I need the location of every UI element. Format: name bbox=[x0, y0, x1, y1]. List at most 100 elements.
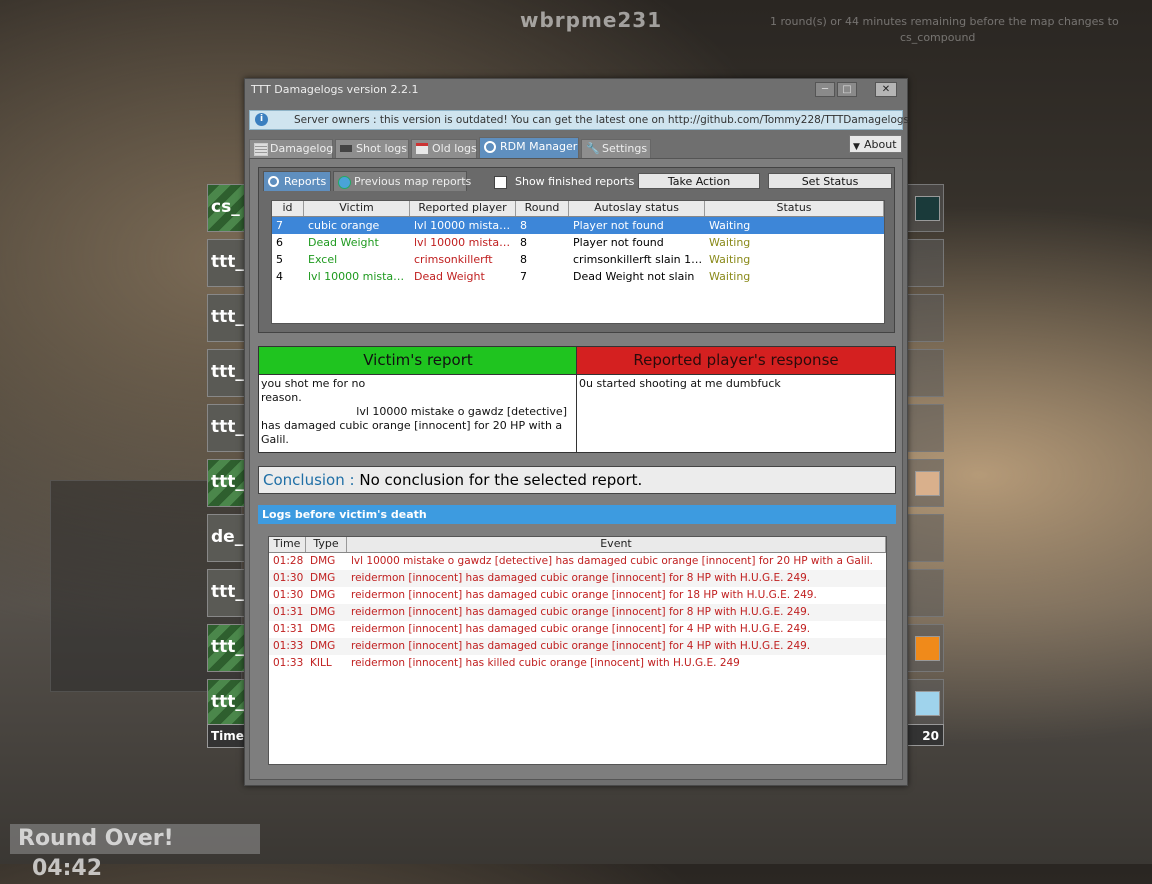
table-cell-id: 7 bbox=[276, 219, 283, 232]
table-cell-autoslay: Player not found bbox=[573, 236, 664, 249]
tab-old-logs[interactable]: Old logs bbox=[411, 139, 477, 158]
table-cell-status: Waiting bbox=[709, 270, 751, 283]
log-cell-type: DMG bbox=[310, 589, 336, 601]
minimize-button[interactable]: ─ bbox=[815, 82, 835, 97]
response-box: Reported player's response 0u started sh… bbox=[576, 346, 896, 453]
log-cell-event: reidermon [innocent] has damaged cubic o… bbox=[351, 589, 817, 601]
table-cell-id: 5 bbox=[276, 253, 283, 266]
log-cell-type: DMG bbox=[310, 606, 336, 618]
scoreboard-left: cs_ ttt_ ttt_ ttt_ ttt_ ttt_ de_ ttt_ tt… bbox=[207, 184, 247, 734]
scoreboard-tile: cs_ bbox=[207, 184, 247, 232]
maximize-button[interactable]: □ bbox=[837, 82, 857, 97]
reports-table: id Victim Reported player Round Autoslay… bbox=[271, 200, 885, 324]
log-cell-time: 01:30 bbox=[273, 589, 304, 601]
conclusion-text: No conclusion for the selected report. bbox=[359, 471, 643, 489]
scoreboard-tile: de_ bbox=[207, 514, 247, 562]
table-cell-round: 8 bbox=[520, 219, 527, 232]
outdated-notice: i Server owners : this version is outdat… bbox=[249, 110, 909, 130]
about-button[interactable]: ▼ About bbox=[849, 135, 902, 153]
table-cell-status: Waiting bbox=[709, 253, 751, 266]
table-cell-reported: lvl 10000 mistake ... bbox=[414, 236, 516, 249]
map-change-notice: 1 round(s) or 44 minutes remaining befor… bbox=[770, 15, 1119, 44]
response-body: 0u started shooting at me dumbfuck bbox=[579, 377, 781, 390]
table-cell-id: 4 bbox=[276, 270, 283, 283]
table-row[interactable]: 6 Dead Weight lvl 10000 mistake ... 8 Player… bbox=[272, 234, 884, 251]
notice-text: Server owners : this version is outdated… bbox=[294, 114, 910, 126]
log-cell-type: KILL bbox=[310, 657, 332, 669]
column-header[interactable]: id bbox=[272, 201, 304, 216]
tab-damagelog[interactable]: Damagelog bbox=[249, 139, 333, 158]
table-cell-status: Waiting bbox=[709, 219, 751, 232]
title-bar[interactable]: TTT Damagelogs version 2.2.1 ─ □ ✕ bbox=[245, 79, 907, 101]
scoreboard-tile: ttt_ bbox=[207, 239, 247, 287]
log-cell-time: 01:31 bbox=[273, 623, 304, 635]
tab-shot-logs[interactable]: Shot logs bbox=[335, 139, 409, 158]
logs-rows: 01:28 DMG lvl 10000 mistake o gawdz [detec… bbox=[269, 553, 886, 672]
scoreboard-tile: ttt_ bbox=[207, 624, 247, 672]
log-cell-time: 01:28 bbox=[273, 555, 304, 567]
table-cell-reported: crimsonkillerft bbox=[414, 253, 493, 266]
column-header[interactable]: Victim bbox=[304, 201, 410, 216]
damagelogs-window: TTT Damagelogs version 2.2.1 ─ □ ✕ i Ser… bbox=[244, 78, 909, 786]
scoreboard-tile: ttt_ bbox=[207, 294, 247, 342]
table-row[interactable]: 4 lvl 10000 mistake ... Dead Weight 7 Dead W… bbox=[272, 268, 884, 285]
logs-table: Time Type Event 01:28 DMG lvl 10000 mistak… bbox=[268, 536, 887, 765]
info-icon: i bbox=[255, 113, 268, 126]
table-row[interactable]: 01:33 KILL reidermon [innocent] has killed… bbox=[269, 655, 886, 672]
table-cell-victim: lvl 10000 mistake ... bbox=[308, 270, 410, 283]
victim-report-body: you shot me for no reason. lvl 10000 mis… bbox=[261, 377, 567, 446]
log-cell-type: DMG bbox=[310, 555, 336, 567]
take-action-button[interactable]: Take Action bbox=[638, 173, 760, 189]
table-row[interactable]: 01:31 DMG reidermon [innocent] has damaged… bbox=[269, 621, 886, 638]
table-row[interactable]: 7 cubic orange lvl 10000 mistake ... 8 Playe… bbox=[272, 217, 884, 234]
column-header[interactable]: Autoslay status bbox=[569, 201, 705, 216]
table-cell-victim: Dead Weight bbox=[308, 236, 379, 249]
log-cell-event: reidermon [innocent] has damaged cubic o… bbox=[351, 606, 811, 618]
gun-icon bbox=[340, 145, 352, 152]
log-cell-event: lvl 10000 mistake o gawdz [detective] ha… bbox=[351, 555, 873, 567]
wrench-icon: 🔧 bbox=[586, 142, 600, 155]
scoreboard-tile: ttt_ bbox=[207, 404, 247, 452]
magnifier-icon bbox=[484, 141, 496, 153]
log-cell-time: 01:31 bbox=[273, 606, 304, 618]
table-cell-victim: Excel bbox=[308, 253, 338, 266]
table-row[interactable]: 01:30 DMG reidermon [innocent] has damaged… bbox=[269, 587, 886, 604]
column-header[interactable]: Time bbox=[269, 537, 306, 552]
column-header[interactable]: Round bbox=[516, 201, 569, 216]
response-header: Reported player's response bbox=[577, 347, 895, 375]
table-row[interactable]: 01:28 DMG lvl 10000 mistake o gawdz [detec… bbox=[269, 553, 886, 570]
logs-header: Logs before victim's death bbox=[258, 505, 896, 524]
reports-rows: 7 cubic orange lvl 10000 mistake ... 8 Playe… bbox=[272, 217, 884, 285]
table-row[interactable]: 01:31 DMG reidermon [innocent] has damaged… bbox=[269, 604, 886, 621]
table-row[interactable]: 5 Excel crimsonkillerft 8 crimsonkillerft sl… bbox=[272, 251, 884, 268]
close-button[interactable]: ✕ bbox=[875, 82, 897, 97]
table-row[interactable]: 01:33 DMG reidermon [innocent] has damaged… bbox=[269, 638, 886, 655]
log-cell-type: DMG bbox=[310, 623, 336, 635]
column-header[interactable]: Event bbox=[347, 537, 886, 552]
conclusion-label: Conclusion : bbox=[263, 471, 355, 489]
log-cell-time: 01:30 bbox=[273, 572, 304, 584]
table-cell-autoslay: Player not found bbox=[573, 219, 664, 232]
table-cell-reported: Dead Weight bbox=[414, 270, 485, 283]
set-status-button[interactable]: Set Status bbox=[768, 173, 892, 189]
scoreboard-tile: ttt_ bbox=[207, 349, 247, 397]
tab-previous-map-reports[interactable]: Previous map reports bbox=[333, 171, 471, 191]
tab-reports[interactable]: Reports bbox=[263, 171, 331, 191]
table-cell-round: 8 bbox=[520, 236, 527, 249]
table-header: Time Type Event bbox=[269, 537, 886, 553]
column-header[interactable]: Type bbox=[306, 537, 347, 552]
table-row[interactable]: 01:30 DMG reidermon [innocent] has damaged… bbox=[269, 570, 886, 587]
victim-report-box: Victim's report you shot me for no reaso… bbox=[258, 346, 578, 453]
column-header[interactable]: Status bbox=[705, 201, 884, 216]
log-cell-event: reidermon [innocent] has damaged cubic o… bbox=[351, 572, 811, 584]
log-cell-event: reidermon [innocent] has damaged cubic o… bbox=[351, 640, 811, 652]
column-header[interactable]: Reported player bbox=[410, 201, 516, 216]
tab-rdm-manager[interactable]: RDM Manager bbox=[479, 137, 579, 158]
show-finished-checkbox[interactable] bbox=[494, 176, 507, 189]
show-finished-label: Show finished reports bbox=[515, 175, 635, 188]
tab-settings[interactable]: 🔧 Settings bbox=[581, 139, 651, 158]
scoreboard-tile: ttt_ bbox=[207, 569, 247, 617]
avatar bbox=[915, 196, 940, 221]
table-cell-status: Waiting bbox=[709, 236, 751, 249]
log-cell-type: DMG bbox=[310, 572, 336, 584]
